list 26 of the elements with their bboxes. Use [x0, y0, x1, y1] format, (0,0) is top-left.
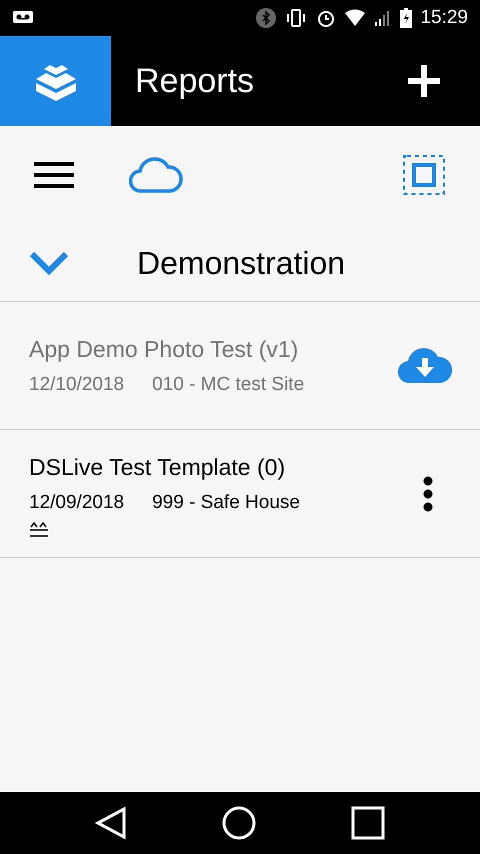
report-date: 12/10/2018	[29, 372, 124, 396]
add-icon[interactable]	[408, 65, 440, 97]
app-logo[interactable]	[0, 36, 111, 126]
group-title: Demonstration	[137, 244, 346, 282]
cloud-download-icon[interactable]	[398, 348, 452, 384]
chevron-down-icon[interactable]	[29, 250, 69, 276]
select-all-icon[interactable]	[403, 155, 445, 195]
back-icon[interactable]	[95, 806, 128, 840]
document-icon	[29, 521, 49, 537]
report-date: 12/09/2018	[29, 490, 124, 514]
alarm-icon	[316, 8, 336, 28]
more-options-icon[interactable]	[423, 476, 433, 512]
voicemail-icon	[12, 10, 34, 26]
report-site: 010 - MC test Site	[152, 372, 304, 396]
cloud-icon[interactable]	[129, 157, 183, 193]
home-icon[interactable]	[222, 806, 256, 840]
clock-time: 15:29	[420, 6, 468, 30]
menu-icon[interactable]	[34, 161, 74, 189]
app-title: Reports	[135, 60, 256, 102]
report-title[interactable]: DSLive Test Template (0)	[29, 450, 423, 484]
bluetooth-icon	[256, 8, 276, 28]
recents-icon[interactable]	[350, 806, 385, 840]
battery-icon	[400, 8, 412, 28]
report-site: 999 - Safe House	[152, 490, 300, 514]
wifi-icon	[344, 9, 366, 27]
report-title[interactable]: App Demo Photo Test (v1)	[29, 332, 398, 366]
